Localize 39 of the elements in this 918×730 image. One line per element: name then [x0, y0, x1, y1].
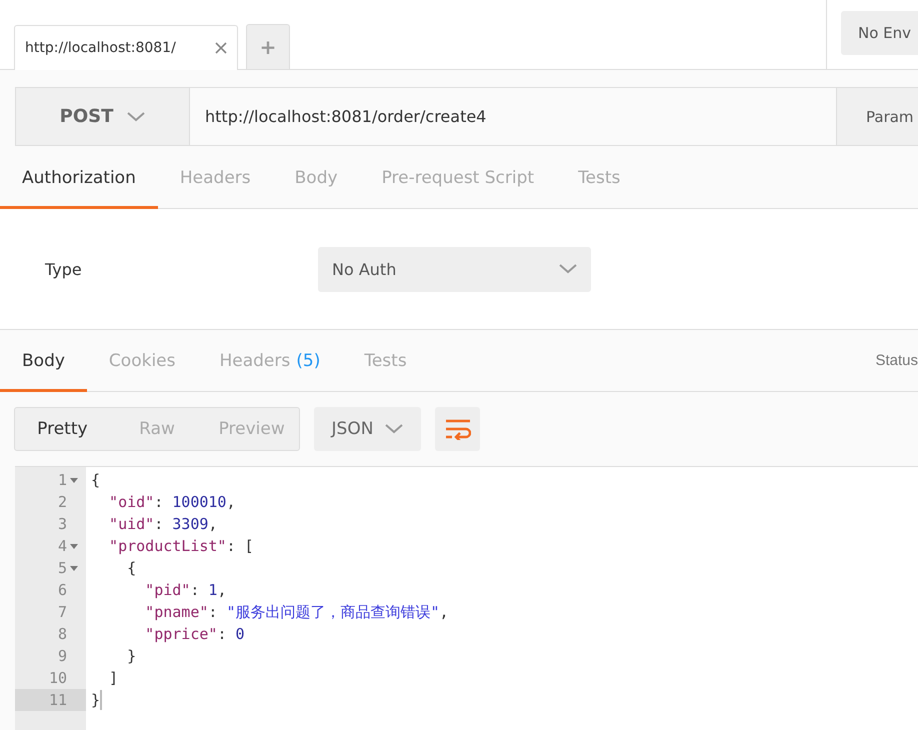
line-number: 10: [48, 669, 67, 687]
line-number: 1: [58, 471, 67, 489]
fold-caret-icon[interactable]: [70, 566, 78, 570]
response-tab[interactable]: Body: [0, 330, 87, 392]
environment-dropdown[interactable]: No Env: [841, 11, 918, 55]
close-icon[interactable]: [215, 42, 227, 54]
view-mode-button[interactable]: Pretty: [15, 408, 110, 450]
code-line: "productList": [: [108, 537, 254, 555]
line-number: 6: [58, 581, 67, 599]
request-tab[interactable]: http://localhost:8081/: [14, 25, 238, 70]
code-line: "pname": "服务出问题了，商品查询错误",: [144, 602, 449, 622]
line-number: 2: [58, 493, 67, 511]
code-line: {: [90, 471, 100, 489]
code-line: "oid": 100010,: [108, 493, 236, 511]
code-line: ]: [108, 669, 118, 687]
code-line: "pid": 1,: [144, 581, 226, 599]
auth-type-dropdown[interactable]: No Auth: [318, 246, 591, 292]
line-number: 4: [58, 537, 67, 555]
code-line: {: [126, 559, 136, 577]
line-number: 5: [58, 559, 67, 577]
chevron-down-icon: [559, 264, 577, 274]
wrap-icon: [444, 418, 470, 440]
type-label: Type: [45, 260, 83, 278]
code-line: "pprice": 0: [144, 625, 245, 643]
line-number: 3: [58, 515, 67, 533]
fold-caret-icon[interactable]: [70, 544, 78, 548]
format-dropdown[interactable]: JSON: [314, 407, 421, 451]
line-number: 11: [48, 691, 67, 709]
line-number: 8: [58, 625, 67, 643]
code-line: }: [126, 647, 136, 665]
line-number: 9: [58, 647, 67, 665]
code-line: }: [90, 690, 102, 710]
line-number: 7: [58, 603, 67, 621]
code-line: "uid": 3309,: [108, 515, 218, 533]
response-tab[interactable]: Headers (5): [197, 330, 342, 392]
status-label: Status: [875, 351, 918, 369]
chevron-down-icon: [385, 424, 404, 434]
wrap-lines-button[interactable]: [435, 407, 480, 451]
fold-caret-icon[interactable]: [70, 478, 78, 482]
